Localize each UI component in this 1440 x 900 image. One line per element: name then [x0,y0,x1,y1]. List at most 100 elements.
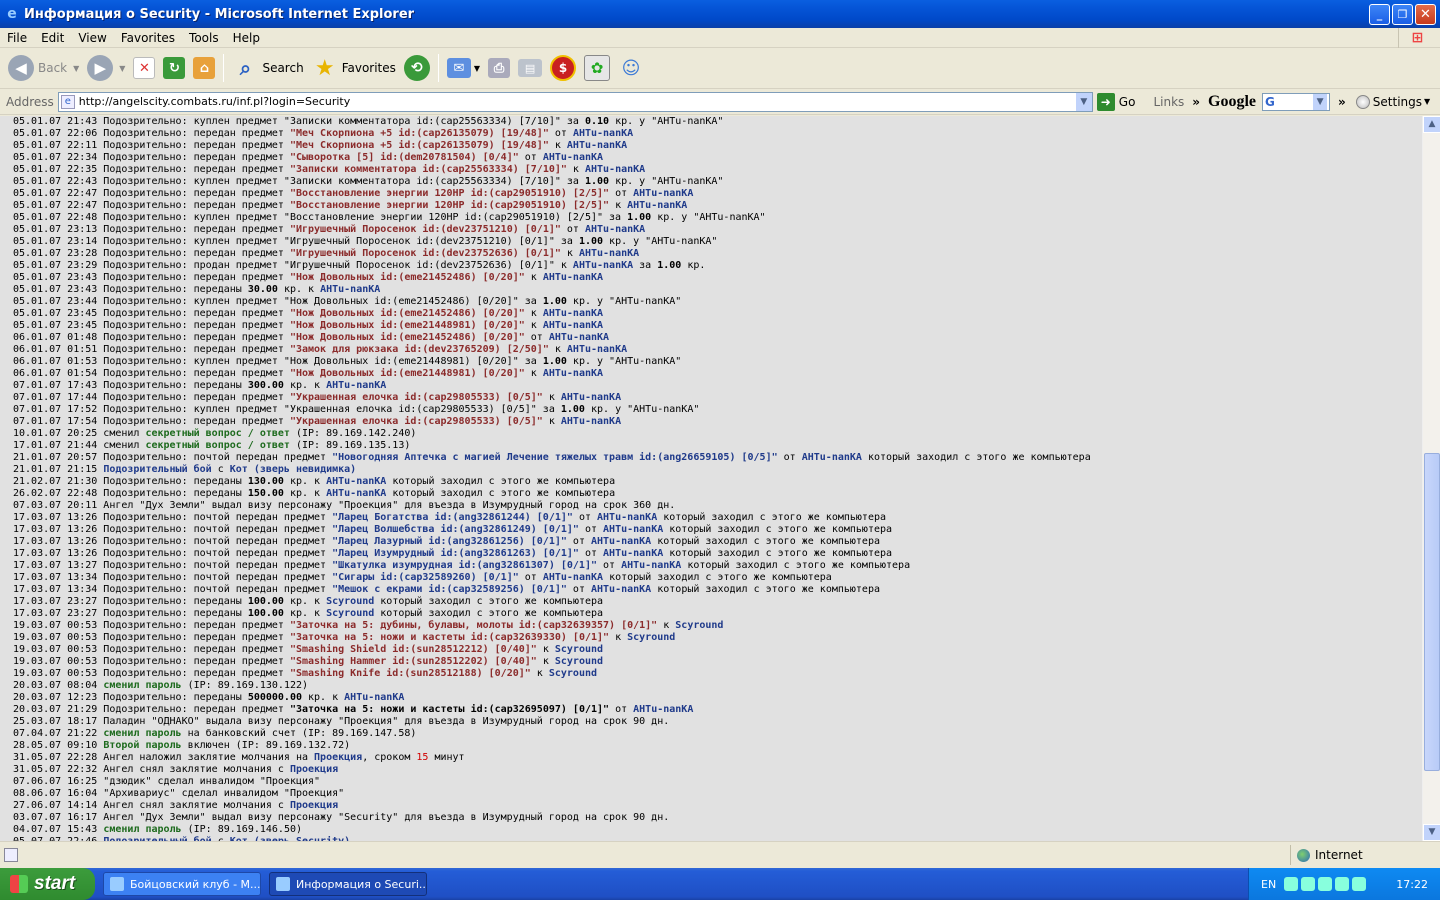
tray-app-icon[interactable] [1318,877,1333,891]
log-nick-link[interactable]: AHTu-nanKA [561,416,621,427]
log-nick-link[interactable]: AHTu-nanKA [627,200,687,211]
log-nick-link[interactable]: Scyround [326,596,374,607]
forward-button[interactable]: ▶ ▼ [87,50,125,86]
log-nick-link[interactable]: "Ларец Изумрудный id:(ang32861263) [0/1]… [332,548,579,559]
tray-volume-icon[interactable] [1301,877,1316,891]
log-nick-link[interactable]: "Ларец Богатства id:(ang32861244) [0/1]" [332,512,573,523]
start-button[interactable]: start [0,868,95,900]
search-button[interactable]: ⌕ Search [232,50,304,86]
home-button[interactable]: ⌂ [193,50,216,86]
log-nick-link[interactable]: AHTu-nanKA [585,224,645,235]
log-nick-link[interactable]: Проекция [290,800,338,811]
close-button[interactable]: ✕ [1415,3,1436,25]
log-nick-link[interactable]: AHTu-nanKA [543,572,603,583]
menu-tools[interactable]: Tools [182,31,226,45]
log-nick-link[interactable]: AHTu-nanKA [567,344,627,355]
language-indicator[interactable]: EN [1261,878,1276,891]
log-nick-link[interactable]: AHTu-nanKA [543,308,603,319]
tray-edit-icon[interactable] [1352,877,1367,891]
back-dropdown-icon[interactable]: ▼ [73,64,79,73]
log-nick-link[interactable]: AHTu-nanKA [561,392,621,403]
log-nick-link[interactable]: AHTu-nanKA [603,524,663,535]
log-text[interactable]: Подозрительный бой [103,464,211,475]
log-nick-link[interactable]: AHTu-nanKA [585,164,645,175]
addon-button-2[interactable]: ✿ [584,50,611,86]
log-text[interactable]: ) [350,464,356,475]
menu-help[interactable]: Help [226,31,267,45]
log-nick-link[interactable]: AHTu-nanKA [567,140,627,151]
vertical-scrollbar[interactable]: ▲ ▼ [1422,116,1440,841]
scroll-down-icon[interactable]: ▼ [1423,824,1440,841]
menu-file[interactable]: File [0,31,34,45]
address-input[interactable]: e http://angelscity.combats.ru/inf.pl?lo… [57,91,1093,112]
addon-button-1[interactable]: $ [550,50,577,86]
log-nick-link[interactable]: AHTu-nanKA [579,248,639,259]
log-nick-link[interactable]: AHTu-nanKA [320,284,380,295]
log-nick-link[interactable]: "Ларец Волшебства id:(ang32861249) [0/1]… [332,524,579,535]
tray-network-icon[interactable] [1284,877,1299,891]
print-button[interactable]: ⎙ [488,50,511,86]
log-nick-link[interactable]: AHTu-nanKA [603,548,663,559]
log-nick-link[interactable]: Проекция [314,752,362,763]
google-chevron-icon[interactable]: » [1338,95,1346,109]
log-nick-link[interactable]: AHTu-nanKA [543,272,603,283]
log-nick-link[interactable]: Scyround [675,620,723,631]
stop-button[interactable]: ✕ [133,50,156,86]
log-text[interactable]: невидимка [296,464,350,475]
menu-view[interactable]: View [71,31,113,45]
log-nick-link[interactable]: "Мешок с екрами id:(cap32589256) [0/1]" [332,584,567,595]
log-nick-link[interactable]: AHTu-nanKA [633,188,693,199]
log-nick-link[interactable]: "Сигары id:(cap32589260) [0/1]" [332,572,519,583]
log-nick-link[interactable]: AHTu-nanKA [591,584,651,595]
edit-button[interactable]: ▤ [518,50,543,86]
google-dropdown-icon[interactable]: ▼ [1313,93,1328,110]
links-chevron-icon[interactable]: » [1192,95,1200,109]
minimize-button[interactable]: _ [1369,3,1390,25]
log-nick-link[interactable]: AHTu-nanKA [802,452,862,463]
log-nick-link[interactable]: AHTu-nanKA [543,368,603,379]
restore-button[interactable]: ❐ [1392,3,1413,25]
log-nick-link[interactable]: Scyround [555,644,603,655]
log-nick-link[interactable]: AHTu-nanKA [543,320,603,331]
log-nick-link[interactable]: AHTu-nanKA [633,704,693,715]
forward-dropdown-icon[interactable]: ▼ [119,64,125,73]
log-nick-link[interactable]: "Шкатулка изумрудная id:(ang32861307) [0… [332,560,597,571]
log-nick-link[interactable]: Scyround [549,668,597,679]
log-nick-link[interactable]: Scyround [555,656,603,667]
address-url[interactable]: http://angelscity.combats.ru/inf.pl?logi… [79,95,1076,108]
favorites-button[interactable]: ★ Favorites [312,50,396,86]
mail-dropdown-icon[interactable]: ▼ [474,64,480,73]
messenger-button[interactable]: ☺ [618,50,644,86]
log-nick-link[interactable]: AHTu-nanKA [326,476,386,487]
log-nick-link[interactable]: AHTu-nanKA [573,260,633,271]
mail-button[interactable]: ✉ ▼ [446,50,480,86]
scroll-up-icon[interactable]: ▲ [1423,116,1440,133]
back-button[interactable]: ◀ Back ▼ [8,50,79,86]
google-search-dropdown[interactable]: G ▼ [1262,92,1331,111]
log-nick-link[interactable]: AHTu-nanKA [549,332,609,343]
log-nick-link[interactable]: Scyround [627,632,675,643]
links-button[interactable]: Links [1153,95,1184,109]
log-nick-link[interactable]: AHTu-nanKA [326,488,386,499]
refresh-button[interactable]: ↻ [163,50,186,86]
tray-flower-icon[interactable] [1335,877,1350,891]
history-button[interactable]: ⟲ [403,50,430,86]
log-nick-link[interactable]: AHTu-nanKA [591,536,651,547]
taskbar-item-security-info[interactable]: Информация о Securi... [269,872,427,896]
log-nick-link[interactable]: "Новогодняя Аптечка с магией Лечение тяж… [332,452,778,463]
menu-favorites[interactable]: Favorites [114,31,182,45]
log-nick-link[interactable]: AHTu-nanKA [344,692,404,703]
log-nick-link[interactable]: AHTu-nanKA [326,380,386,391]
scroll-thumb[interactable] [1424,453,1440,771]
log-nick-link[interactable]: Scyround [326,608,374,619]
log-nick-link[interactable]: Проекция [290,764,338,775]
address-dropdown-icon[interactable]: ▼ [1075,92,1092,111]
log-nick-link[interactable]: AHTu-nanKA [543,152,603,163]
log-nick-link[interactable]: AHTu-nanKA [621,560,681,571]
log-nick-link[interactable]: "Ларец Лазурный id:(ang32861256) [0/1]" [332,536,567,547]
go-button[interactable]: ➜ Go [1096,92,1135,111]
taskbar-item-fightclub[interactable]: Бойцовский клуб - М... [103,872,261,896]
menu-edit[interactable]: Edit [34,31,71,45]
log-nick-link[interactable]: AHTu-nanKA [573,128,633,139]
settings-button[interactable]: Settings ▼ [1355,94,1430,109]
